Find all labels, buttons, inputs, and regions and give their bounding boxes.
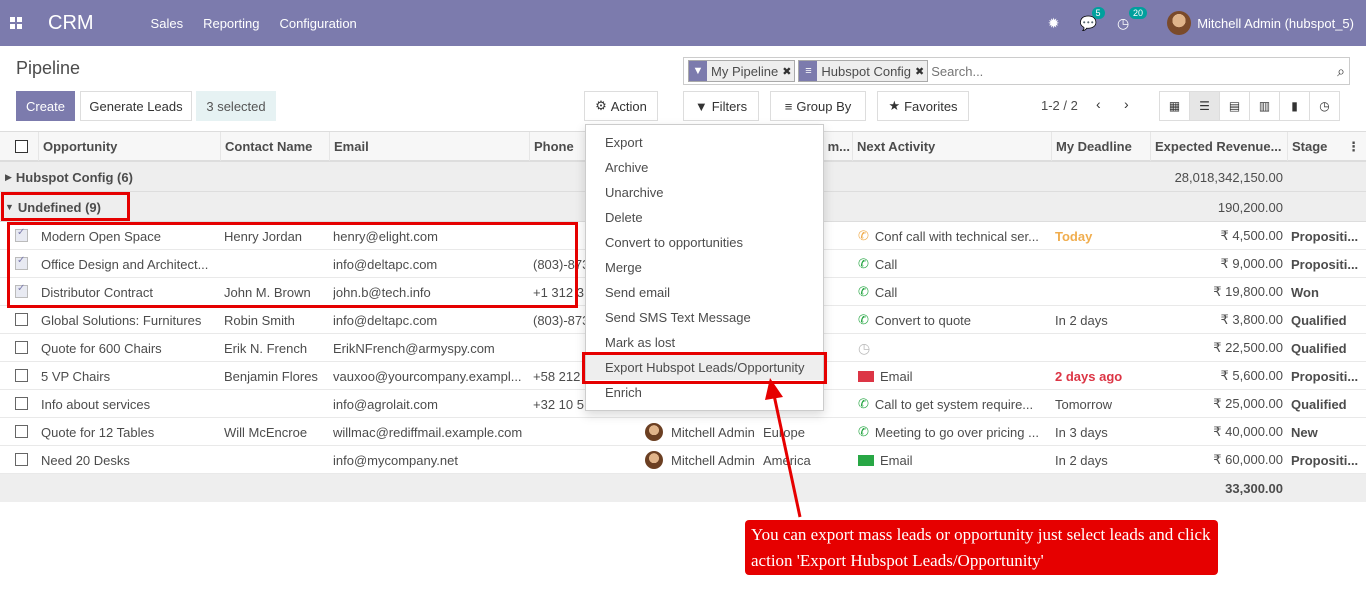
- annotation-arrow: [765, 378, 802, 518]
- annotation-callout: You can export mass leads or opportunity…: [745, 520, 1218, 575]
